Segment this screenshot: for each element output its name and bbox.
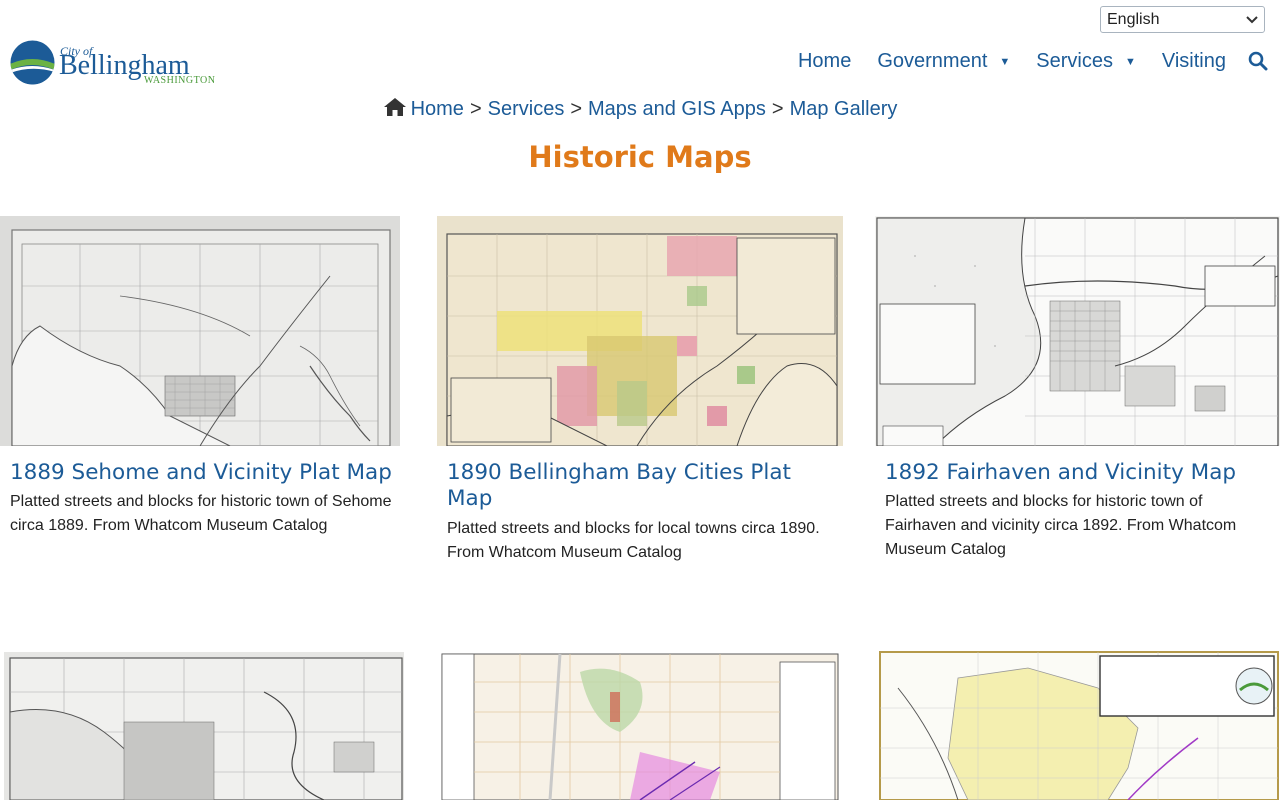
map-card-description: Platted streets and blocks for historic … <box>10 493 392 534</box>
main-nav: Home Government ▼ Services ▼ Visiting <box>772 50 1268 73</box>
breadcrumb-maps-gis[interactable]: Maps and GIS Apps <box>588 98 766 120</box>
map-card-title[interactable]: 1890 Bellingham Bay Cities Plat Map <box>447 460 843 512</box>
nav-services-label: Services <box>1036 50 1113 72</box>
map-thumbnail[interactable] <box>437 216 843 446</box>
nav-government[interactable]: Government ▼ <box>877 50 1010 73</box>
language-select[interactable]: English <box>1100 6 1265 33</box>
page-title: Historic Maps <box>528 140 752 174</box>
map-card-title[interactable]: 1889 Sehome and Vicinity Plat Map <box>10 460 410 486</box>
caret-down-icon: ▼ <box>1124 55 1136 68</box>
search-icon[interactable] <box>1248 51 1268 73</box>
nav-home[interactable]: Home <box>798 50 851 73</box>
map-thumbnail[interactable] <box>875 216 1280 446</box>
map-thumbnail[interactable] <box>4 652 404 800</box>
map-thumbnail[interactable] <box>0 216 400 446</box>
nav-home-label: Home <box>797 50 852 72</box>
breadcrumb-services[interactable]: Services <box>488 98 565 120</box>
caret-down-icon: ▼ <box>999 55 1011 68</box>
home-icon[interactable] <box>383 97 407 117</box>
map-thumbnail[interactable] <box>878 648 1280 800</box>
map-card-title[interactable]: 1892 Fairhaven and Vicinity Map <box>885 460 1277 486</box>
language-selector-wrap: English <box>1100 6 1265 33</box>
breadcrumb-separator: > <box>469 98 482 120</box>
logo-state: WASHINGTON <box>144 75 216 86</box>
breadcrumb-home[interactable]: Home <box>411 98 464 120</box>
breadcrumb-map-gallery[interactable]: Map Gallery <box>790 98 898 120</box>
nav-visiting[interactable]: Visiting <box>1162 50 1226 73</box>
breadcrumb-separator: > <box>570 98 583 120</box>
nav-visiting-label: Visiting <box>1161 50 1226 72</box>
breadcrumb-separator: > <box>771 98 784 120</box>
chevron-down-icon <box>1246 15 1258 24</box>
logo-mark-icon <box>10 40 55 85</box>
map-thumbnail[interactable] <box>440 652 840 800</box>
language-selected: English <box>1107 10 1160 28</box>
nav-government-label: Government <box>877 50 988 72</box>
map-card-description: Platted streets and blocks for local tow… <box>447 520 820 561</box>
nav-services[interactable]: Services ▼ <box>1036 50 1136 73</box>
breadcrumb: Home > Services > Maps and GIS Apps > Map Gall… <box>0 97 1280 121</box>
city-logo[interactable]: City of Bellingham WASHINGTON <box>10 40 220 90</box>
map-card-description: Platted streets and blocks for historic … <box>885 493 1237 558</box>
